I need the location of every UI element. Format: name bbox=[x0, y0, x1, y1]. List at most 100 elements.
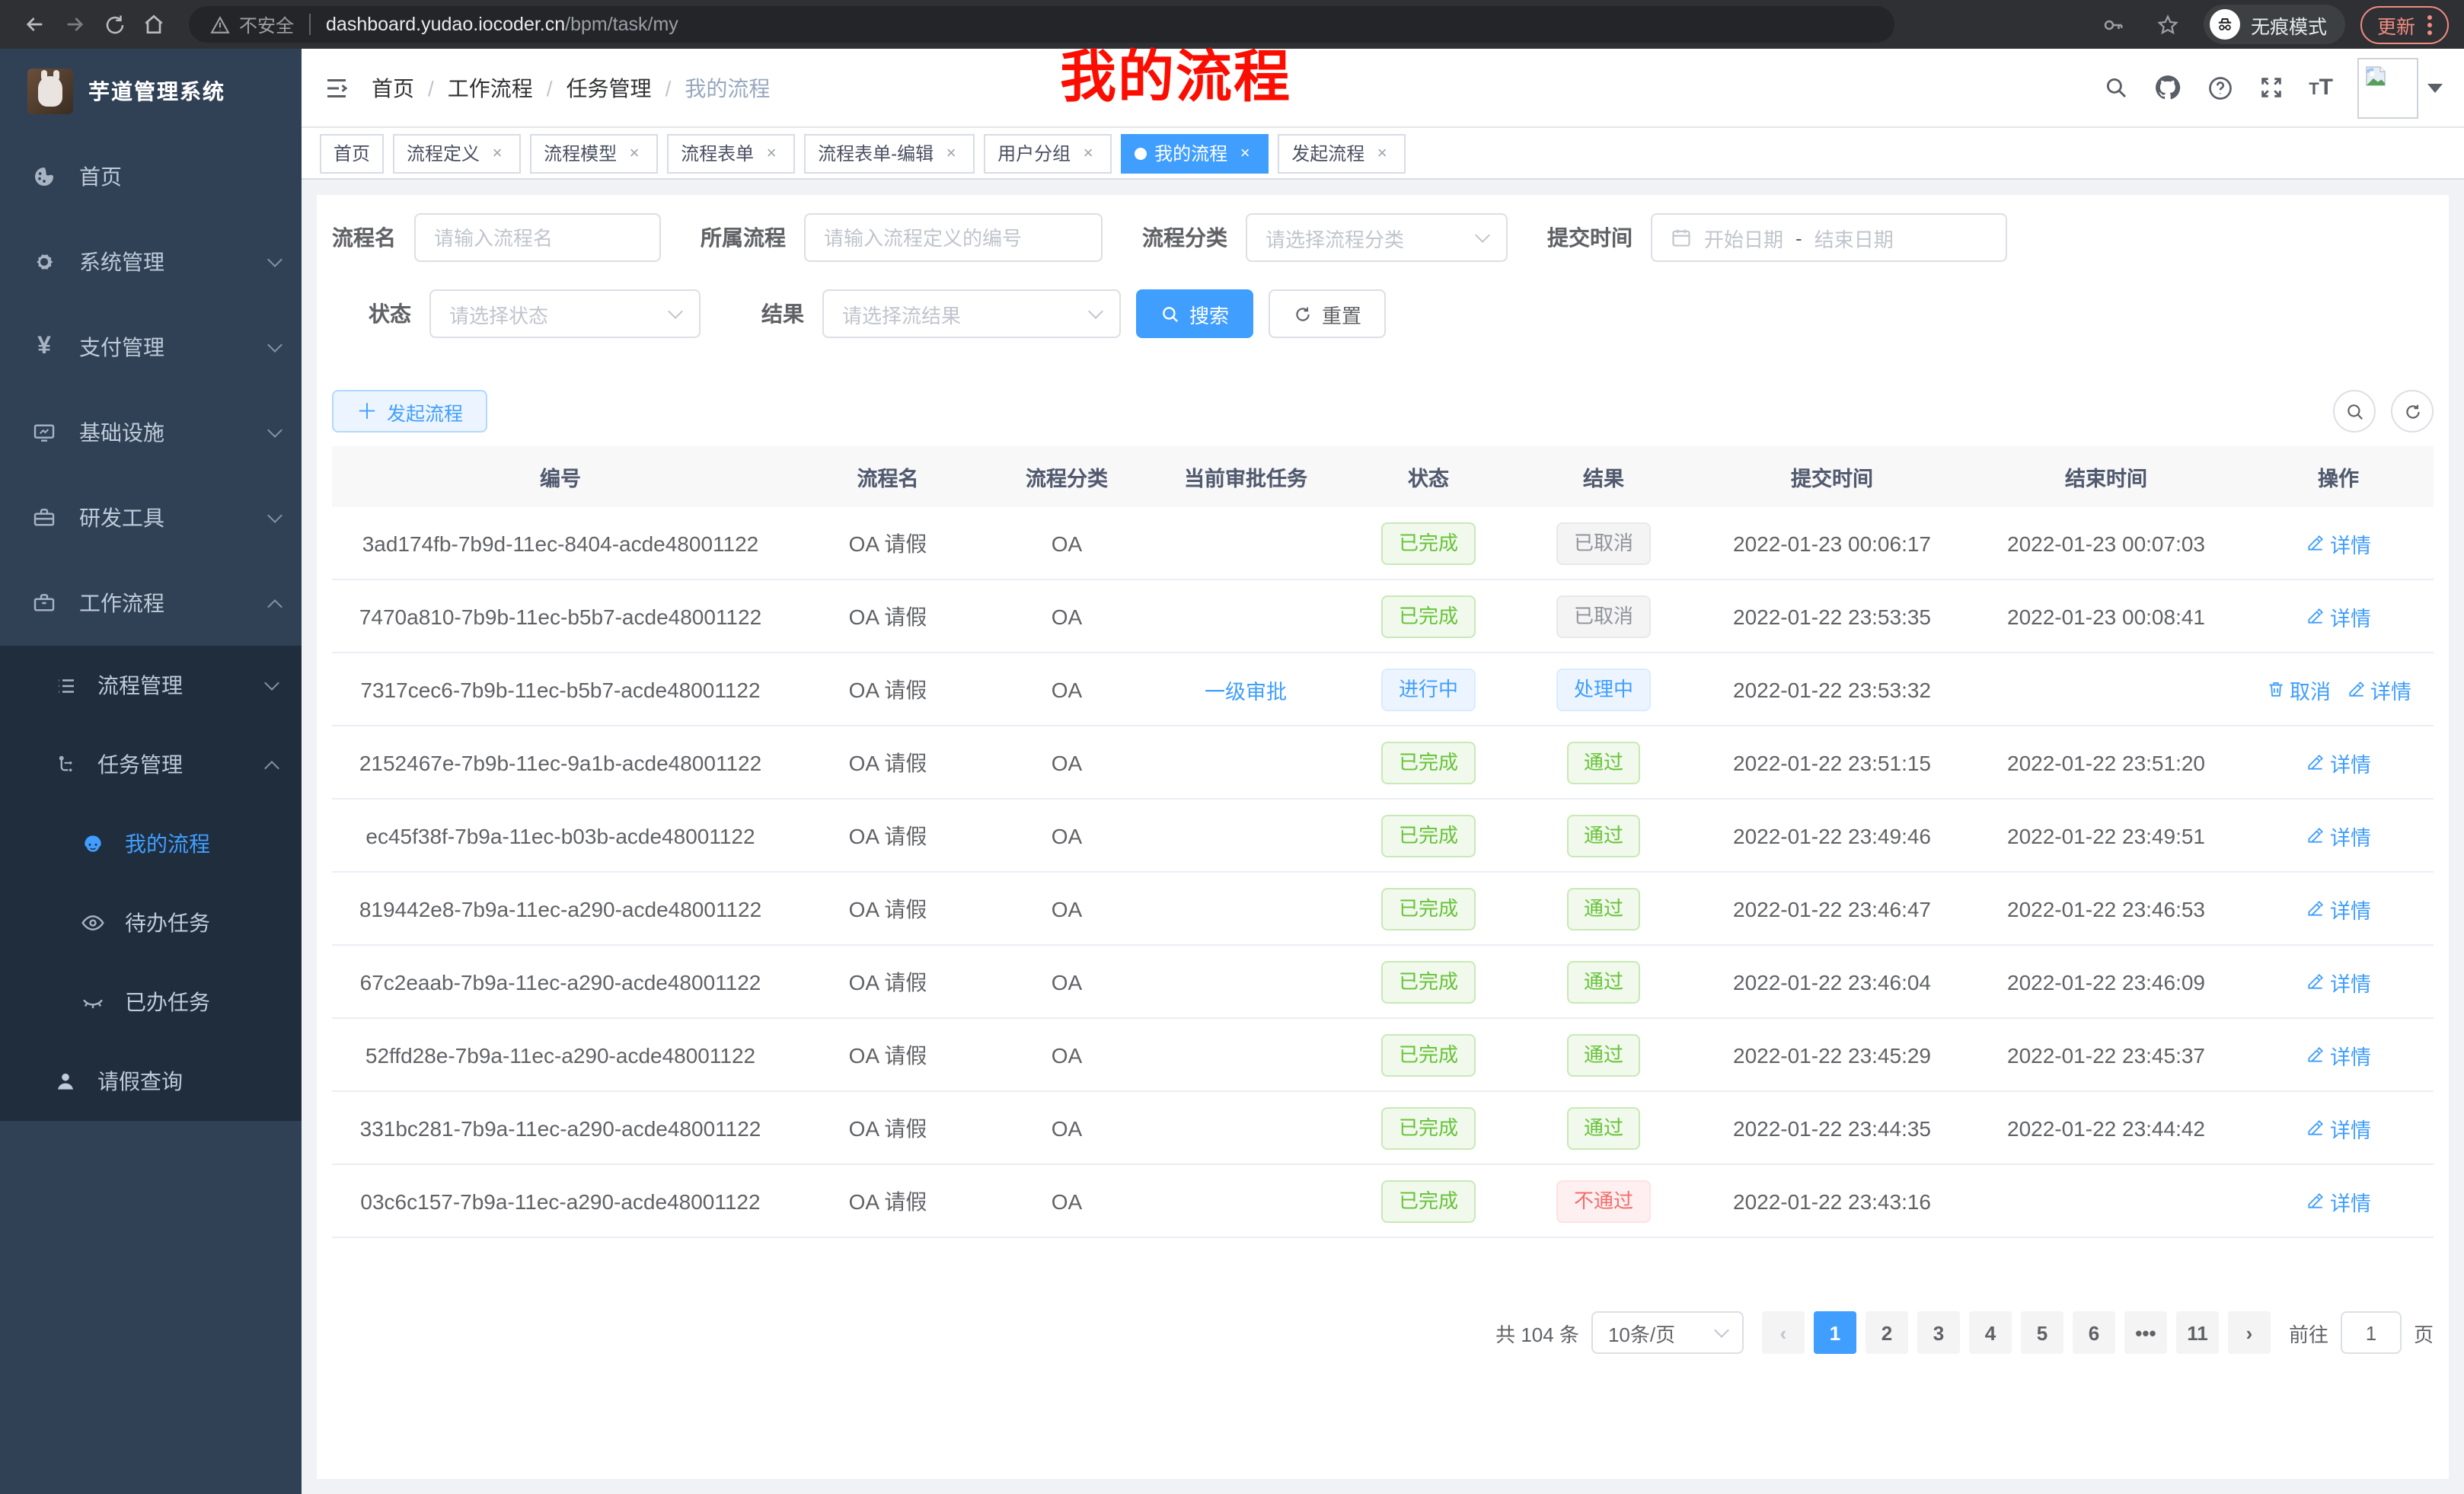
key-icon[interactable] bbox=[2094, 5, 2134, 44]
github-icon[interactable] bbox=[2153, 73, 2182, 102]
sidebar-item-infrastructure[interactable]: 基础设施 bbox=[0, 390, 302, 475]
sidebar-item-workflow[interactable]: 工作流程 bbox=[0, 560, 302, 646]
col-result: 结果 bbox=[1512, 461, 1695, 492]
page-button-6[interactable]: 6 bbox=[2073, 1311, 2115, 1354]
search-icon[interactable] bbox=[2103, 75, 2129, 101]
tab-my-process[interactable]: 我的流程× bbox=[1121, 133, 1269, 173]
tab-close-icon[interactable]: × bbox=[1078, 144, 1098, 162]
forward-icon[interactable] bbox=[55, 5, 94, 44]
end-time-cell: 2022-01-22 23:46:53 bbox=[1969, 896, 2243, 921]
pagination-ellipsis[interactable]: ••• bbox=[2124, 1311, 2167, 1354]
fullscreen-icon[interactable] bbox=[2258, 75, 2284, 101]
page-button-2[interactable]: 2 bbox=[1866, 1311, 1908, 1354]
detail-action-link[interactable]: 详情 bbox=[2346, 674, 2411, 704]
breadcrumb-workflow[interactable]: 工作流程 bbox=[448, 72, 533, 103]
submit-time-cell: 2022-01-22 23:43:16 bbox=[1695, 1189, 1969, 1213]
result-cell: 通过 bbox=[1512, 1106, 1695, 1149]
process-category-cell: OA bbox=[987, 823, 1147, 848]
tab-close-icon[interactable]: × bbox=[1372, 144, 1392, 162]
detail-action-link[interactable]: 详情 bbox=[2306, 966, 2371, 997]
reset-button[interactable]: 重置 bbox=[1269, 289, 1386, 338]
font-size-icon[interactable]: TT bbox=[2309, 75, 2333, 101]
browser-menu-icon[interactable] bbox=[2427, 14, 2432, 34]
tab-close-icon[interactable]: × bbox=[941, 144, 961, 162]
process-category-select[interactable]: 请选择流程分类 bbox=[1246, 213, 1508, 262]
sidebar-item-process-management[interactable]: 流程管理 bbox=[0, 646, 302, 725]
show-search-button[interactable] bbox=[2333, 390, 2376, 433]
detail-action-link[interactable]: 详情 bbox=[2306, 528, 2371, 558]
goto-page-input[interactable] bbox=[2341, 1311, 2402, 1354]
app-logo[interactable]: 芋道管理系统 bbox=[0, 49, 302, 134]
tab-close-icon[interactable]: × bbox=[761, 144, 781, 162]
next-page-button[interactable]: › bbox=[2228, 1311, 2271, 1354]
result-select[interactable]: 请选择流结果 bbox=[822, 289, 1121, 338]
page-button-3[interactable]: 3 bbox=[1917, 1311, 1960, 1354]
user-menu[interactable] bbox=[2357, 57, 2443, 118]
status-cell: 已完成 bbox=[1345, 887, 1512, 930]
process-definition-input[interactable] bbox=[804, 213, 1103, 262]
col-actions: 操作 bbox=[2243, 461, 2434, 492]
detail-action-link[interactable]: 详情 bbox=[2306, 1113, 2371, 1143]
breadcrumb-task-management[interactable]: 任务管理 bbox=[567, 72, 652, 103]
refresh-button[interactable] bbox=[2391, 390, 2434, 433]
tab-home[interactable]: 首页 bbox=[320, 133, 384, 173]
end-time-cell: 2022-01-22 23:44:42 bbox=[1969, 1116, 2243, 1140]
home-icon[interactable] bbox=[134, 5, 174, 44]
tab-close-icon[interactable]: × bbox=[1235, 144, 1255, 162]
detail-action-link[interactable]: 详情 bbox=[2306, 747, 2371, 777]
tags-view-bar: 首页 流程定义× 流程模型× 流程表单× 流程表单-编辑× 用户分组× 我的流程… bbox=[302, 128, 2464, 180]
gear-icon bbox=[30, 250, 58, 274]
address-bar[interactable]: 不安全 dashboard.yudao.iocoder.cn/bpm/task/… bbox=[189, 6, 1894, 43]
warning-icon bbox=[210, 14, 230, 34]
sidebar-item-leave-query[interactable]: 请假查询 bbox=[0, 1042, 302, 1121]
tab-process-definition[interactable]: 流程定义× bbox=[393, 133, 521, 173]
page-button-4[interactable]: 4 bbox=[1969, 1311, 2012, 1354]
sidebar-item-home[interactable]: 首页 bbox=[0, 134, 302, 219]
prev-page-button[interactable]: ‹ bbox=[1762, 1311, 1805, 1354]
tab-close-icon[interactable]: × bbox=[487, 144, 507, 162]
table-row: 67c2eaab-7b9a-11ec-a290-acde48001122OA 请… bbox=[332, 946, 2434, 1019]
result-badge: 通过 bbox=[1567, 960, 1640, 1003]
tab-process-model[interactable]: 流程模型× bbox=[530, 133, 658, 173]
sidebar-item-payment-management[interactable]: ¥ 支付管理 bbox=[0, 305, 302, 390]
current-task-link[interactable]: 一级审批 bbox=[1205, 674, 1287, 704]
reload-icon[interactable] bbox=[94, 5, 134, 44]
sidebar-item-my-process[interactable]: 我的流程 bbox=[0, 804, 302, 883]
sidebar-item-dev-tools[interactable]: 研发工具 bbox=[0, 475, 302, 560]
sidebar-item-task-management[interactable]: 任务管理 bbox=[0, 725, 302, 804]
back-icon[interactable] bbox=[15, 5, 55, 44]
sidebar-item-todo-tasks[interactable]: 待办任务 bbox=[0, 883, 302, 962]
tab-process-form[interactable]: 流程表单× bbox=[667, 133, 795, 173]
tab-process-form-edit[interactable]: 流程表单-编辑× bbox=[804, 133, 975, 173]
page-size-select[interactable]: 10条/页 bbox=[1591, 1311, 1744, 1354]
detail-action-link[interactable]: 详情 bbox=[2306, 820, 2371, 851]
submit-time-range-picker[interactable]: 开始日期 - 结束日期 bbox=[1651, 213, 2007, 262]
bookmark-star-icon[interactable] bbox=[2149, 5, 2188, 44]
process-name-input[interactable] bbox=[414, 213, 661, 262]
detail-action-link[interactable]: 详情 bbox=[2306, 893, 2371, 924]
sidebar-item-system-management[interactable]: 系统管理 bbox=[0, 219, 302, 305]
tab-user-group[interactable]: 用户分组× bbox=[984, 133, 1112, 173]
page-button-5[interactable]: 5 bbox=[2021, 1311, 2063, 1354]
help-icon[interactable] bbox=[2207, 74, 2234, 101]
start-process-button[interactable]: ＋ 发起流程 bbox=[332, 390, 487, 433]
breadcrumb-home[interactable]: 首页 bbox=[372, 72, 414, 103]
status-select[interactable]: 请选择状态 bbox=[429, 289, 701, 338]
search-button[interactable]: 搜索 bbox=[1136, 289, 1253, 338]
page-button-1[interactable]: 1 bbox=[1814, 1311, 1856, 1354]
edit-icon bbox=[2306, 899, 2325, 918]
collapse-sidebar-icon[interactable] bbox=[323, 74, 350, 101]
page-button-11[interactable]: 11 bbox=[2176, 1311, 2219, 1354]
edit-icon bbox=[2306, 1045, 2325, 1065]
col-category: 流程分类 bbox=[987, 461, 1147, 492]
tab-start-process[interactable]: 发起流程× bbox=[1278, 133, 1406, 173]
cancel-action-link[interactable]: 取消 bbox=[2265, 674, 2331, 704]
sidebar-item-done-tasks[interactable]: 已办任务 bbox=[0, 962, 302, 1042]
detail-action-link[interactable]: 详情 bbox=[2306, 1039, 2371, 1070]
goto-label: 前往 bbox=[2289, 1318, 2328, 1347]
detail-action-link[interactable]: 详情 bbox=[2306, 1186, 2371, 1216]
update-button[interactable]: 更新 bbox=[2360, 5, 2449, 43]
table-row: 52ffd28e-7b9a-11ec-a290-acde48001122OA 请… bbox=[332, 1019, 2434, 1092]
detail-action-link[interactable]: 详情 bbox=[2306, 601, 2371, 631]
tab-close-icon[interactable]: × bbox=[624, 144, 644, 162]
